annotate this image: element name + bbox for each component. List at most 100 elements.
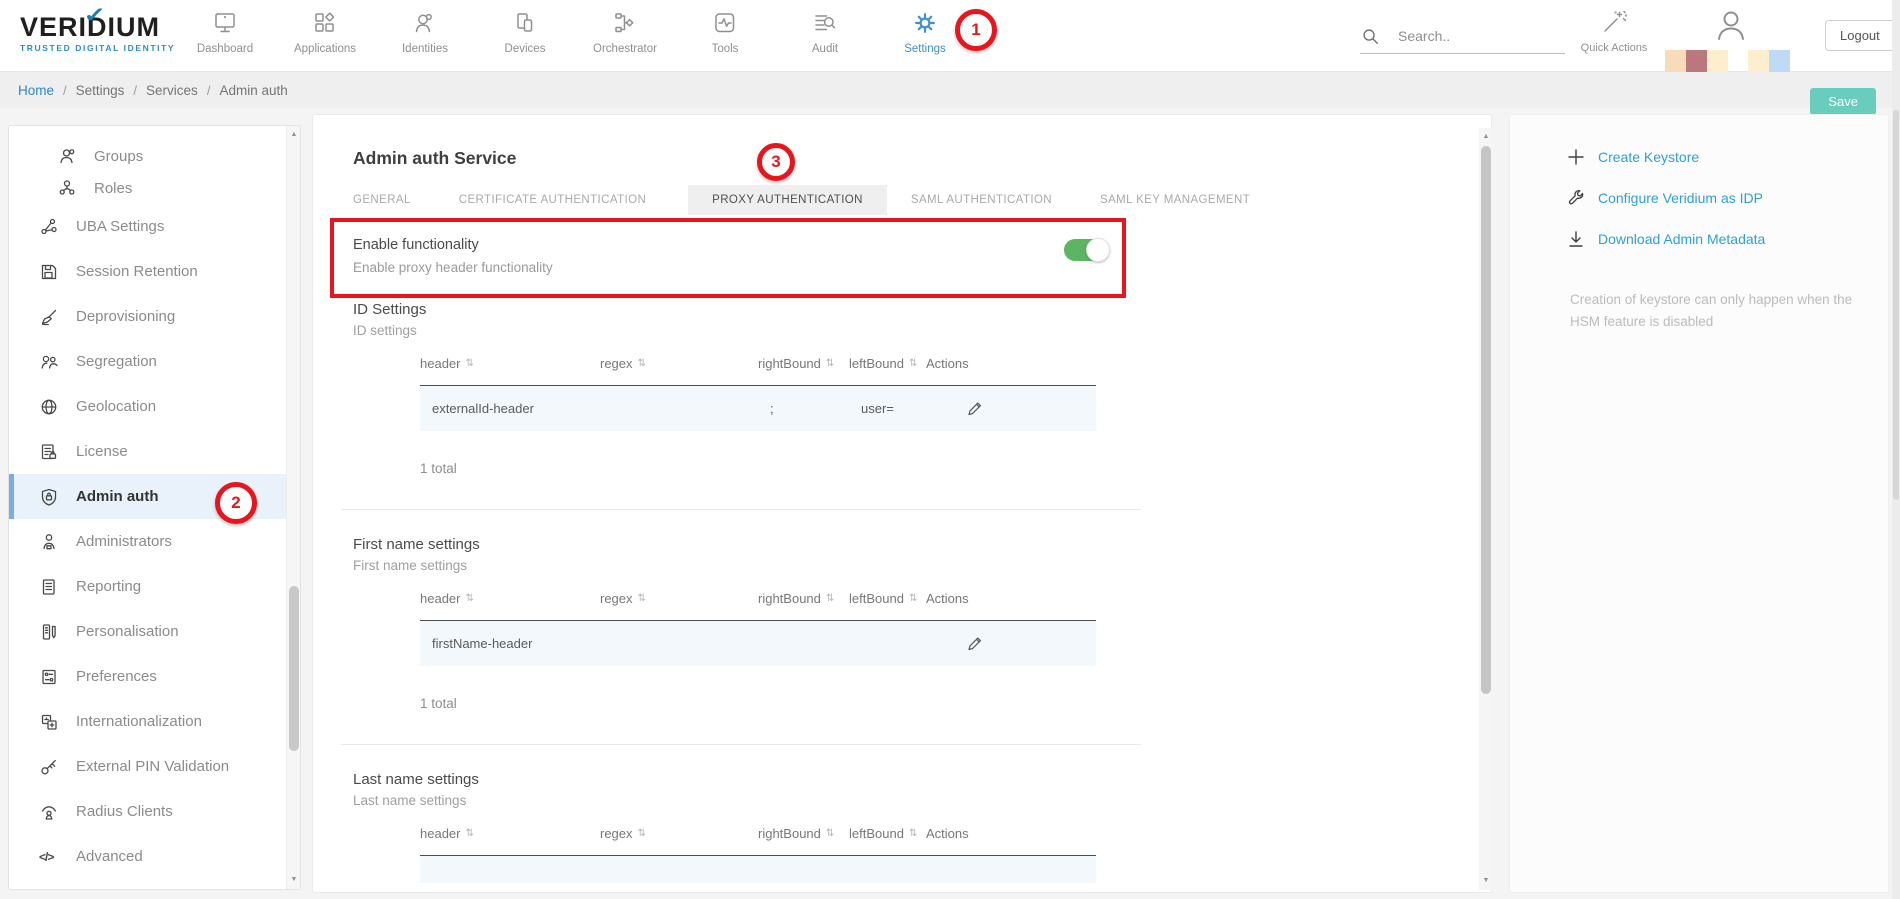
sidebar-item-advanced[interactable]: </> Advanced — [9, 834, 288, 879]
page-scrollbar[interactable] — [1892, 0, 1900, 899]
sidebar-item-label: Radius Clients — [76, 803, 173, 820]
search-input[interactable] — [1398, 28, 1548, 44]
column-header[interactable]: header⇅ — [420, 356, 600, 371]
sort-icon[interactable]: ⇅ — [909, 828, 917, 839]
tab-proxy-authentication[interactable]: PROXY AUTHENTICATION — [688, 185, 887, 215]
sidebar-item-license[interactable]: License — [9, 429, 288, 474]
sidebar-item-radius-clients[interactable]: Radius Clients — [9, 789, 288, 834]
column-header[interactable]: header⇅ — [420, 826, 600, 841]
orchestrator-icon — [612, 8, 638, 38]
section-title: ID Settings — [353, 301, 1491, 318]
column-leftbound[interactable]: leftBound⇅ — [849, 356, 926, 371]
sidebar-item-label: Admin auth — [76, 488, 159, 505]
sidebar-scrollbar[interactable]: ▲ ▼ — [286, 126, 300, 889]
column-regex[interactable]: regex⇅ — [600, 591, 758, 606]
sidebar-item-session-retention[interactable]: Session Retention — [9, 249, 288, 294]
wrench-icon — [1566, 188, 1588, 208]
sort-icon[interactable]: ⇅ — [638, 358, 646, 369]
nav-item-settings[interactable]: Settings — [875, 8, 975, 55]
column-header[interactable]: header⇅ — [420, 591, 600, 606]
sort-icon[interactable]: ⇅ — [465, 828, 473, 839]
sort-icon[interactable]: ⇅ — [826, 593, 834, 604]
top-header: VERIDIUM ✓ TRUSTED DIGITAL IDENTITY Dash… — [0, 0, 1900, 72]
column-regex[interactable]: regex⇅ — [600, 356, 758, 371]
column-regex[interactable]: regex⇅ — [600, 826, 758, 841]
nav-item-identities[interactable]: Identities — [375, 8, 475, 55]
create-keystore-link[interactable]: Create Keystore — [1510, 147, 1888, 167]
sidebar-item-internationalization[interactable]: Internationalization — [9, 699, 288, 744]
sort-icon[interactable]: ⇅ — [465, 358, 473, 369]
save-button[interactable]: Save — [1810, 88, 1876, 115]
enable-functionality-toggle[interactable] — [1064, 239, 1108, 261]
sidebar-item-personalisation[interactable]: Personalisation — [9, 609, 288, 654]
edit-icon[interactable] — [966, 635, 983, 652]
veridium-logo[interactable]: VERIDIUM ✓ TRUSTED DIGITAL IDENTITY — [20, 12, 175, 53]
last-name-settings-table: header⇅ regex⇅ rightBound⇅ leftBound⇅ Ac… — [420, 826, 1096, 883]
administrator-icon — [39, 532, 61, 552]
keystore-note: Creation of keystore can only happen whe… — [1570, 289, 1880, 334]
sort-icon[interactable]: ⇅ — [826, 828, 834, 839]
nav-item-orchestrator[interactable]: Orchestrator — [575, 8, 675, 55]
tab-saml-authentication[interactable]: SAML AUTHENTICATION — [911, 185, 1052, 215]
configure-veridium-idp-link[interactable]: Configure Veridium as IDP — [1510, 188, 1888, 208]
sidebar-scrollbar-thumb[interactable] — [289, 586, 299, 751]
edit-icon[interactable] — [966, 400, 983, 417]
sidebar-item-admin-auth[interactable]: Admin auth — [9, 474, 288, 519]
sort-icon[interactable]: ⇅ — [465, 593, 473, 604]
sidebar-item-uba-settings[interactable]: UBA Settings — [9, 204, 288, 249]
nav-item-applications[interactable]: Applications — [275, 8, 375, 55]
column-rightbound[interactable]: rightBound⇅ — [758, 591, 849, 606]
download-admin-metadata-link[interactable]: Download Admin Metadata — [1510, 229, 1888, 249]
quick-actions-button[interactable]: Quick Actions — [1578, 8, 1650, 54]
sidebar-item-roles[interactable]: Roles — [9, 172, 288, 204]
color-swatch — [1748, 50, 1769, 72]
column-rightbound[interactable]: rightBound⇅ — [758, 826, 849, 841]
avatar[interactable] — [1712, 6, 1750, 46]
scroll-down-icon[interactable]: ▼ — [1479, 874, 1493, 888]
nav-item-tools[interactable]: Tools — [675, 8, 775, 55]
sort-icon[interactable]: ⇅ — [638, 593, 646, 604]
tab-bar: GENERAL CERTIFICATE AUTHENTICATION PROXY… — [353, 185, 1491, 215]
section-title: Last name settings — [353, 771, 1491, 788]
page-title: Admin auth Service — [353, 148, 1491, 169]
sidebar-item-deprovisioning[interactable]: Deprovisioning — [9, 294, 288, 339]
license-icon — [39, 442, 61, 462]
scroll-up-icon[interactable]: ▲ — [287, 128, 301, 142]
breadcrumb-settings: Settings — [76, 83, 125, 98]
sidebar-item-segregation[interactable]: Segregation — [9, 339, 288, 384]
breadcrumb-home[interactable]: Home — [18, 83, 54, 98]
page-scrollbar-thumb[interactable] — [1893, 110, 1899, 500]
sidebar-item-reporting[interactable]: Reporting — [9, 564, 288, 609]
column-rightbound[interactable]: rightBound⇅ — [758, 356, 849, 371]
main-scrollbar[interactable]: ▲ ▼ — [1479, 128, 1493, 890]
sort-icon[interactable]: ⇅ — [909, 358, 917, 369]
sidebar-item-label: Personalisation — [76, 623, 179, 640]
actions-panel: Create Keystore Configure Veridium as ID… — [1509, 114, 1889, 893]
sidebar-item-administrators[interactable]: Administrators — [9, 519, 288, 564]
table-header-row: header⇅ regex⇅ rightBound⇅ leftBound⇅ Ac… — [420, 826, 1096, 841]
scroll-down-icon[interactable]: ▼ — [287, 873, 301, 887]
tab-general[interactable]: GENERAL — [353, 185, 411, 215]
sort-icon[interactable]: ⇅ — [826, 358, 834, 369]
column-leftbound[interactable]: leftBound⇅ — [849, 591, 926, 606]
nav-label: Orchestrator — [593, 43, 657, 55]
scroll-up-icon[interactable]: ▲ — [1479, 130, 1493, 144]
column-leftbound[interactable]: leftBound⇅ — [849, 826, 926, 841]
sidebar-item-external-pin-validation[interactable]: External PIN Validation — [9, 744, 288, 789]
section-subtitle: Last name settings — [353, 793, 1491, 808]
tab-saml-key-management[interactable]: SAML KEY MANAGEMENT — [1100, 185, 1250, 215]
nav-item-audit[interactable]: Audit — [775, 8, 875, 55]
sidebar-item-geolocation[interactable]: Geolocation — [9, 384, 288, 429]
sort-icon[interactable]: ⇅ — [909, 593, 917, 604]
reporting-icon — [39, 577, 61, 597]
sort-icon[interactable]: ⇅ — [638, 828, 646, 839]
logout-button[interactable]: Logout — [1825, 20, 1895, 51]
tab-certificate-authentication[interactable]: CERTIFICATE AUTHENTICATION — [459, 185, 646, 215]
sidebar-item-preferences[interactable]: Preferences — [9, 654, 288, 699]
id-settings-table: header⇅ regex⇅ rightBound⇅ leftBound⇅ Ac… — [420, 356, 1096, 431]
main-scrollbar-thumb[interactable] — [1481, 146, 1491, 694]
nav-label: Audit — [812, 43, 838, 55]
nav-item-dashboard[interactable]: Dashboard — [175, 8, 275, 55]
nav-item-devices[interactable]: Devices — [475, 8, 575, 55]
sidebar-item-groups[interactable]: Groups — [9, 140, 288, 172]
